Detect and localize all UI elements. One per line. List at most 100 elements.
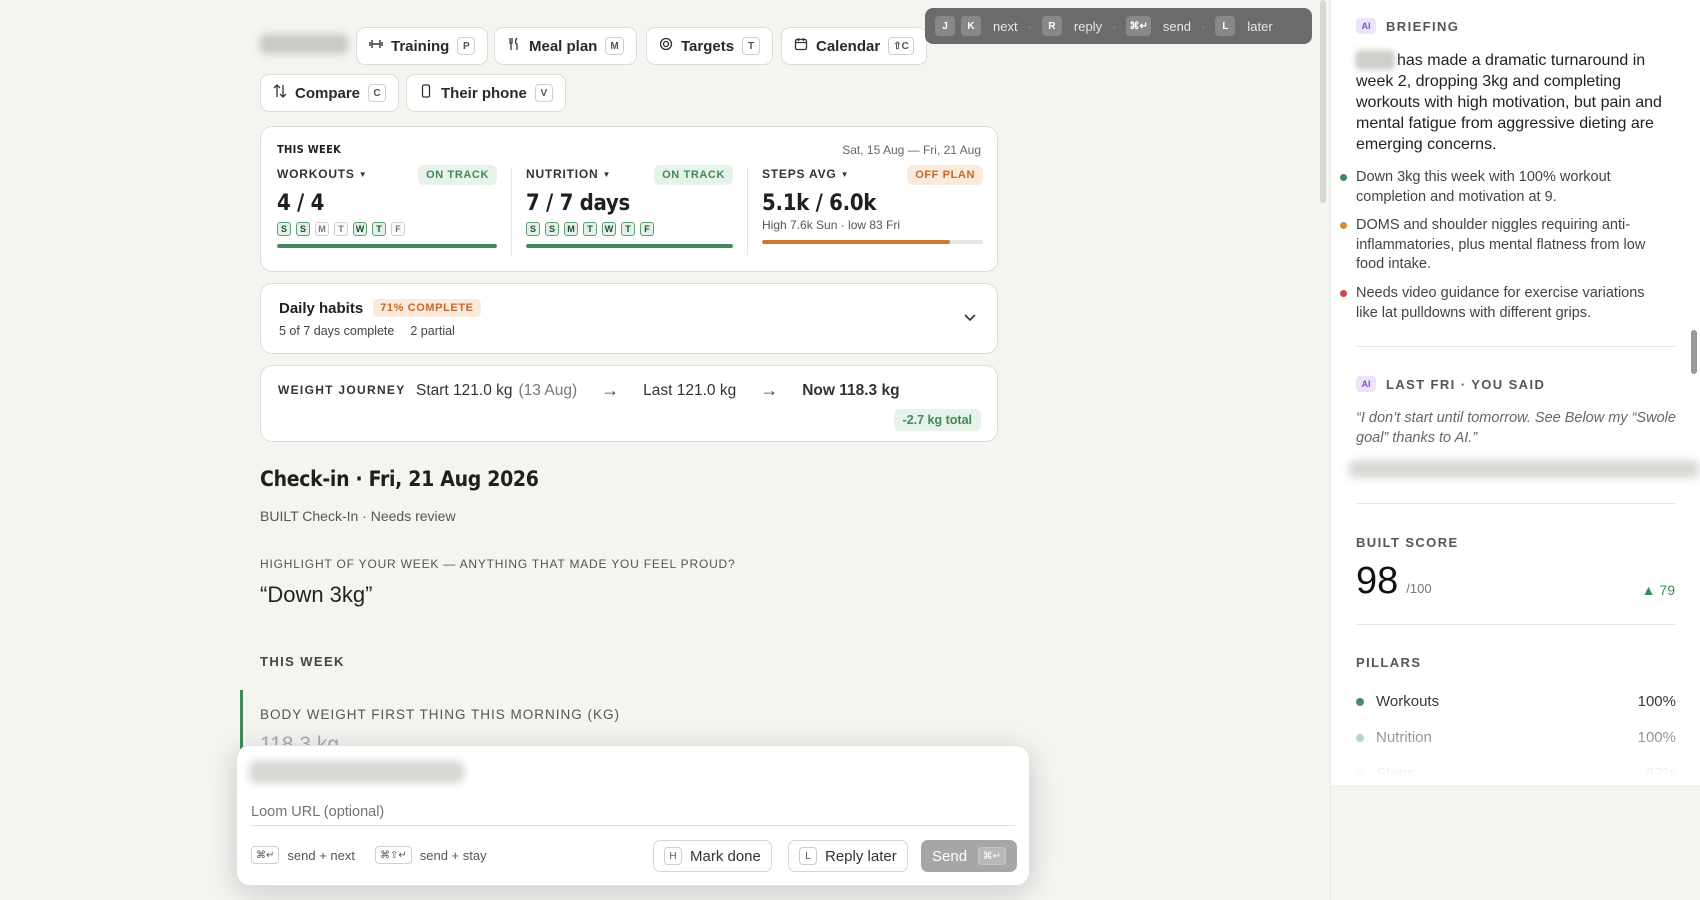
sidebar-scrollbar[interactable] [1691,330,1697,374]
checkin-subtitle: BUILT Check-In · Needs review [260,508,456,524]
workout-day-3: T [334,222,348,236]
shortcut-next: next [993,18,1018,34]
calendar-label: Calendar [816,37,881,55]
briefing-bullet: Down 3kg this week with 100% workout com… [1340,168,1666,207]
built-score-max: /100 [1406,581,1432,596]
main-scrollbar[interactable] [1320,0,1326,203]
ai-badge: AI [1356,376,1376,392]
nutrition-stat[interactable]: NUTRITION ▼ ON TRACK 7 / 7 days SSMTWTF [526,165,733,248]
kbd-hint: ⌘⇧↵ [374,846,412,864]
their-phone-button[interactable]: Their phone V [406,74,566,112]
chevron-down-icon[interactable] [963,310,977,328]
weight-start: Start 121.0 kg [416,381,513,399]
weight-last: Last 121.0 kg [643,381,737,399]
blurred-link[interactable] [1349,460,1699,478]
client-name-blurred [260,34,348,54]
weight-total-badge: -2.7 kg total [893,409,981,431]
meal-plan-label: Meal plan [529,37,598,55]
send-stay-hint: send + stay [419,847,487,863]
training-button[interactable]: Training P [356,27,489,65]
kbd-hint: ⌘↵ [977,847,1006,865]
steps-value: 5.1k / 6.0k [762,191,877,216]
loom-url-input[interactable] [251,798,1015,826]
mark-done-button[interactable]: H Mark done [653,840,772,872]
built-score-value: 98 [1356,560,1399,602]
briefing-bullet: Needs video guidance for exercise variat… [1340,284,1666,323]
habits-badge: 71% COMPLETE [373,299,481,317]
week-range: Sat, 15 Aug — Fri, 21 Aug [842,143,981,157]
meal-plan-button[interactable]: Meal plan M [494,27,637,65]
kbd-r: R [1041,16,1062,36]
shortcut-send: send [1162,18,1192,34]
briefing-bullet-text: Down 3kg this week with 100% workout com… [1356,169,1611,205]
reply-later-button[interactable]: L Reply later [788,840,908,872]
steps-stat[interactable]: STEPS AVG ▼ OFF PLAN 5.1k / 6.0k High 7.6… [762,165,983,244]
send-button[interactable]: Send ⌘↵ [921,840,1017,872]
question-highlight: HIGHLIGHT OF YOUR WEEK — ANYTHING THAT M… [260,557,736,571]
habits-title: Daily habits [279,299,364,317]
nutrition-day-5: T [621,222,635,236]
answer-highlight: “Down 3kg” [260,582,373,607]
phone-icon [419,84,433,102]
nutrition-status-badge: ON TRACK [654,165,733,185]
keyboard-shortcuts-bar: J K next · R reply · ⌘↵ send · L later [925,8,1312,44]
caret-down-icon: ▼ [840,169,850,179]
kbd-hint: M [605,37,624,55]
workout-day-5: T [372,222,386,236]
this-week-section-title: THIS WEEK [260,654,345,669]
this-week-card: THIS WEEK Sat, 15 Aug — Fri, 21 Aug WORK… [260,126,998,272]
workout-day-1: S [296,222,310,236]
kbd-hint: C [368,84,387,102]
kbd-k: K [961,16,981,36]
kbd-hint: T [742,37,761,55]
compare-label: Compare [295,84,361,102]
main-pane: Training P Meal plan M Targets T Calenda… [0,0,1330,900]
nutrition-day-6: F [640,222,654,236]
shortcut-later: later [1247,18,1273,34]
kbd-j: J [935,16,955,36]
kbd-hint: H [664,847,682,865]
weight-now: Now 118.3 kg [802,381,900,399]
send-label: Send [932,847,968,865]
workouts-label: WORKOUTS [277,167,355,181]
pillars-title: PILLARS [1356,655,1422,670]
kbd-hint: L [799,847,817,865]
compare-button[interactable]: Compare C [260,74,400,112]
last-said-quote: “I don’t start until tomorrow. See Below… [1356,410,1676,446]
kbd-hint: ⇧C [888,37,914,55]
habits-days-complete: 5 of 7 days complete [279,324,395,338]
briefing-bullet: DOMS and shoulder niggles requiring anti… [1340,216,1666,275]
answer-accent-bar [240,690,243,750]
workouts-stat[interactable]: WORKOUTS ▼ ON TRACK 4 / 4 SSMTWTF [277,165,497,248]
calendar-button[interactable]: Calendar ⇧C [781,27,927,65]
workout-day-0: S [277,222,291,236]
dumbbell-icon [369,37,383,55]
this-week-title: THIS WEEK [277,143,342,156]
steps-progress [762,240,983,244]
briefing-bullet-text: Needs video guidance for exercise variat… [1356,285,1645,321]
message-input-blurred[interactable] [249,761,464,783]
nutrition-days: SSMTWTF [526,222,733,236]
reply-later-label: Reply later [825,847,897,865]
built-score-title: BUILT SCORE [1356,535,1459,550]
caret-down-icon: ▼ [358,169,368,179]
kbd-l: L [1215,16,1236,36]
nutrition-day-3: T [583,222,597,236]
utensils-icon [507,37,521,55]
briefing-title: BRIEFING [1386,18,1460,34]
compare-arrows-icon [273,84,287,102]
ai-sidebar: AI BRIEFING has made a dramatic turnarou… [1330,0,1700,900]
targets-button[interactable]: Targets T [646,27,774,65]
score-delta: ▲ 79 [1641,582,1675,598]
nutrition-day-2: M [564,222,578,236]
send-next-hint: send + next [287,847,355,863]
their-phone-label: Their phone [441,84,527,102]
briefing-bullet-text: DOMS and shoulder niggles requiring anti… [1356,217,1646,272]
arrow-right-icon: → [601,380,620,400]
nutrition-label: NUTRITION [526,167,599,181]
client-name-blurred [1355,50,1395,70]
daily-habits-card[interactable]: Daily habits 71% COMPLETE 5 of 7 days co… [260,283,998,354]
workouts-progress [277,244,497,248]
habits-partial: 2 partial [410,324,455,338]
kbd-hint: ⌘↵ [251,846,280,864]
